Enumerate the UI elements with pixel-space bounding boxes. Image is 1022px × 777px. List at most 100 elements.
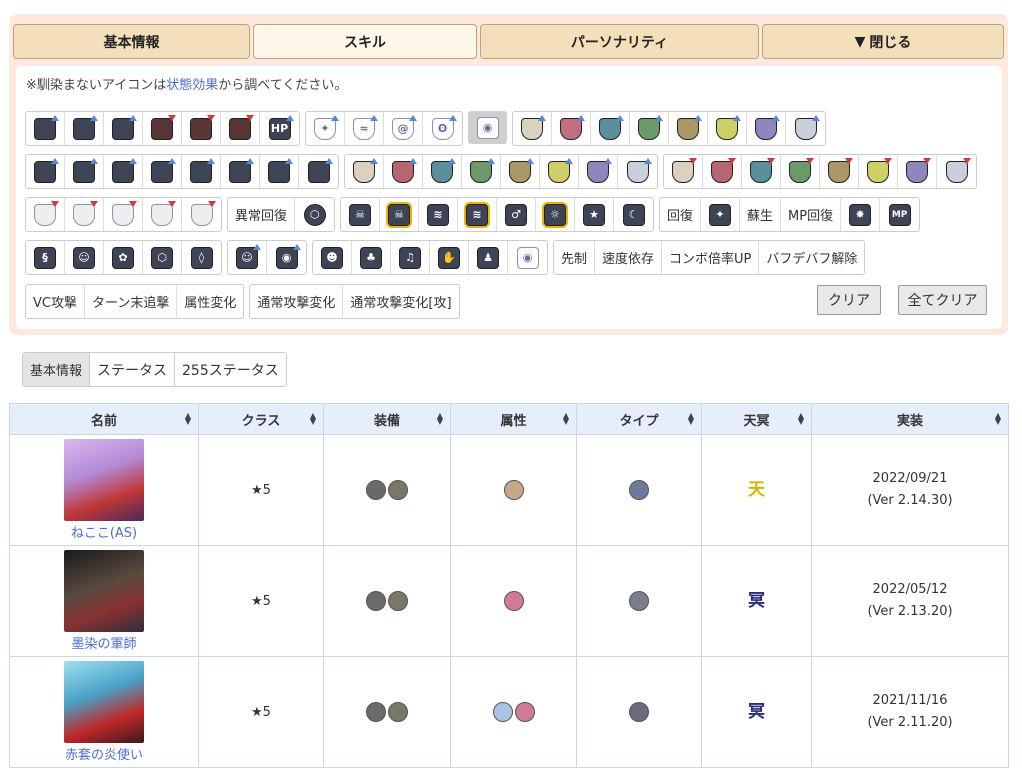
hex-filter[interactable]: ⬡ <box>143 241 182 274</box>
eshield-down-1[interactable] <box>664 155 703 188</box>
moon-filter[interactable] <box>104 198 143 231</box>
col-tenmei[interactable]: 天冥 ▲ ▼ <box>701 403 812 435</box>
shield-up-filter-7[interactable] <box>747 112 786 145</box>
character-portrait[interactable] <box>64 661 144 743</box>
face-filter[interactable]: ☻ <box>313 241 352 274</box>
tab-personality[interactable]: パーソナリティ <box>480 24 759 59</box>
pierce-filter[interactable] <box>26 198 65 231</box>
eshield-down-3[interactable] <box>742 155 781 188</box>
person-filter[interactable]: ☺ <box>65 241 104 274</box>
hand-filter[interactable]: ✋ <box>430 241 469 274</box>
res-filter-8[interactable] <box>299 155 338 188</box>
speed-dependent-filter[interactable]: 速度依存 <box>595 241 663 274</box>
col-name[interactable]: 名前 ▲ ▼ <box>9 403 199 435</box>
clear-all-button[interactable]: 全てクリア <box>898 285 987 315</box>
mp-heal-filter[interactable]: MP回復 <box>781 198 842 231</box>
turn-end-filter[interactable]: ターン末追撃 <box>85 285 178 318</box>
skull-filter[interactable]: ☠ <box>341 198 381 231</box>
spiral-filter[interactable]: § <box>26 241 65 274</box>
vortex-filter[interactable]: ʘ <box>423 112 462 145</box>
shield-up-filter-4[interactable] <box>630 112 669 145</box>
wave-filter[interactable]: ≈ <box>345 112 384 145</box>
def-up-filter[interactable] <box>104 112 143 145</box>
eshield-down-8[interactable] <box>937 155 976 188</box>
eshield-up-2[interactable] <box>384 155 423 188</box>
burst-filter[interactable]: ✸ <box>841 198 881 231</box>
view-tab-status[interactable]: ステータス <box>90 353 176 386</box>
atk-up-filter[interactable] <box>26 112 65 145</box>
normal-attack-change-atk-filter[interactable]: 通常攻撃変化[攻] <box>343 285 458 318</box>
def-down-filter[interactable] <box>221 112 260 145</box>
eshield-down-5[interactable] <box>820 155 859 188</box>
slash-filter[interactable] <box>65 198 104 231</box>
res-filter-1[interactable] <box>26 155 65 188</box>
eye2-filter[interactable]: ◉ <box>508 241 547 274</box>
atk-down-filter[interactable] <box>143 112 182 145</box>
sparkle-filter[interactable]: ✦ <box>701 198 741 231</box>
skull-ring-filter[interactable]: ☠ <box>380 198 420 231</box>
res-filter-6[interactable] <box>221 155 260 188</box>
arrow-filter[interactable] <box>143 198 182 231</box>
star-filter[interactable]: ★ <box>575 198 615 231</box>
col-release[interactable]: 実装 ▲ ▼ <box>811 403 1009 435</box>
eshield-down-4[interactable] <box>781 155 820 188</box>
res-filter-4[interactable] <box>143 155 182 188</box>
res-filter-5[interactable] <box>182 155 221 188</box>
status-recover-filter[interactable]: 異常回復 <box>228 198 296 231</box>
res-filter-7[interactable] <box>260 155 299 188</box>
character-portrait[interactable] <box>64 439 144 521</box>
view-tab-255-status[interactable]: 255ステータス <box>175 353 286 386</box>
close-button[interactable]: ▼ 閉じる <box>762 24 1004 59</box>
shield-up-filter-3[interactable] <box>591 112 630 145</box>
eshield-up-6[interactable] <box>540 155 579 188</box>
res-filter-3[interactable] <box>104 155 143 188</box>
normal-attack-change-filter[interactable]: 通常攻撃変化 <box>250 285 344 318</box>
vc-attack-filter[interactable]: VC攻撃 <box>26 285 85 318</box>
eye-up-filter[interactable]: ◉ <box>267 241 306 274</box>
shield-up-filter-1[interactable] <box>513 112 552 145</box>
view-tab-basic[interactable]: 基本情報 <box>23 353 91 386</box>
crescent-filter[interactable]: ☾ <box>614 198 653 231</box>
matk-down-filter[interactable] <box>182 112 221 145</box>
character-portrait[interactable] <box>64 550 144 632</box>
tab-skill[interactable]: スキル <box>253 24 477 59</box>
eshield-up-4[interactable] <box>462 155 501 188</box>
eshield-up-1[interactable] <box>345 155 384 188</box>
character-name-link[interactable]: ねここ(AS) <box>10 522 198 541</box>
character-name-link[interactable]: 赤套の炎使い <box>10 744 198 763</box>
eshield-down-6[interactable] <box>859 155 898 188</box>
eshield-up-5[interactable] <box>501 155 540 188</box>
matk-up-filter[interactable] <box>65 112 104 145</box>
shield-break-filter[interactable]: ◊ <box>182 241 221 274</box>
flower-filter[interactable]: ✿ <box>104 241 143 274</box>
col-equip[interactable]: 装備 ▲ ▼ <box>323 403 451 435</box>
mars-filter[interactable]: ♂ <box>497 198 537 231</box>
eshield-up-7[interactable] <box>579 155 618 188</box>
first-strike-filter[interactable]: 先制 <box>554 241 596 274</box>
claw-filter[interactable]: ≋ <box>419 198 459 231</box>
swirl-filter[interactable]: @ <box>384 112 423 145</box>
eshield-down-2[interactable] <box>703 155 742 188</box>
shield-up-filter-6[interactable] <box>708 112 747 145</box>
res-filter-2[interactable] <box>65 155 104 188</box>
claw-ring-filter[interactable]: ≋ <box>458 198 498 231</box>
heal-filter[interactable]: 回復 <box>660 198 702 231</box>
shield-up-filter-8[interactable] <box>786 112 825 145</box>
eye-filter[interactable]: ◉ <box>468 111 507 144</box>
clear-button[interactable]: クリア <box>817 285 881 315</box>
shield-up-filter-5[interactable] <box>669 112 708 145</box>
col-class[interactable]: クラス ▲ ▼ <box>198 403 324 435</box>
shield-up-filter-2[interactable] <box>552 112 591 145</box>
status-effect-link[interactable]: 状態効果 <box>166 78 218 93</box>
eshield-up-3[interactable] <box>423 155 462 188</box>
group-filter[interactable]: ♣ <box>352 241 391 274</box>
spear-filter[interactable] <box>182 198 221 231</box>
person-up-filter[interactable]: ☺ <box>228 241 267 274</box>
sun-ring-filter[interactable]: ☼ <box>536 198 576 231</box>
attr-change-filter[interactable]: 属性変化 <box>177 285 243 318</box>
character-name-link[interactable]: 墨染の軍師 <box>10 633 198 652</box>
revive-filter[interactable]: 蘇生 <box>740 198 782 231</box>
combo-up-filter[interactable]: コンボ倍率UP <box>662 241 760 274</box>
mp-filter[interactable]: MP <box>880 198 919 231</box>
dance-filter[interactable]: ♫ <box>391 241 430 274</box>
